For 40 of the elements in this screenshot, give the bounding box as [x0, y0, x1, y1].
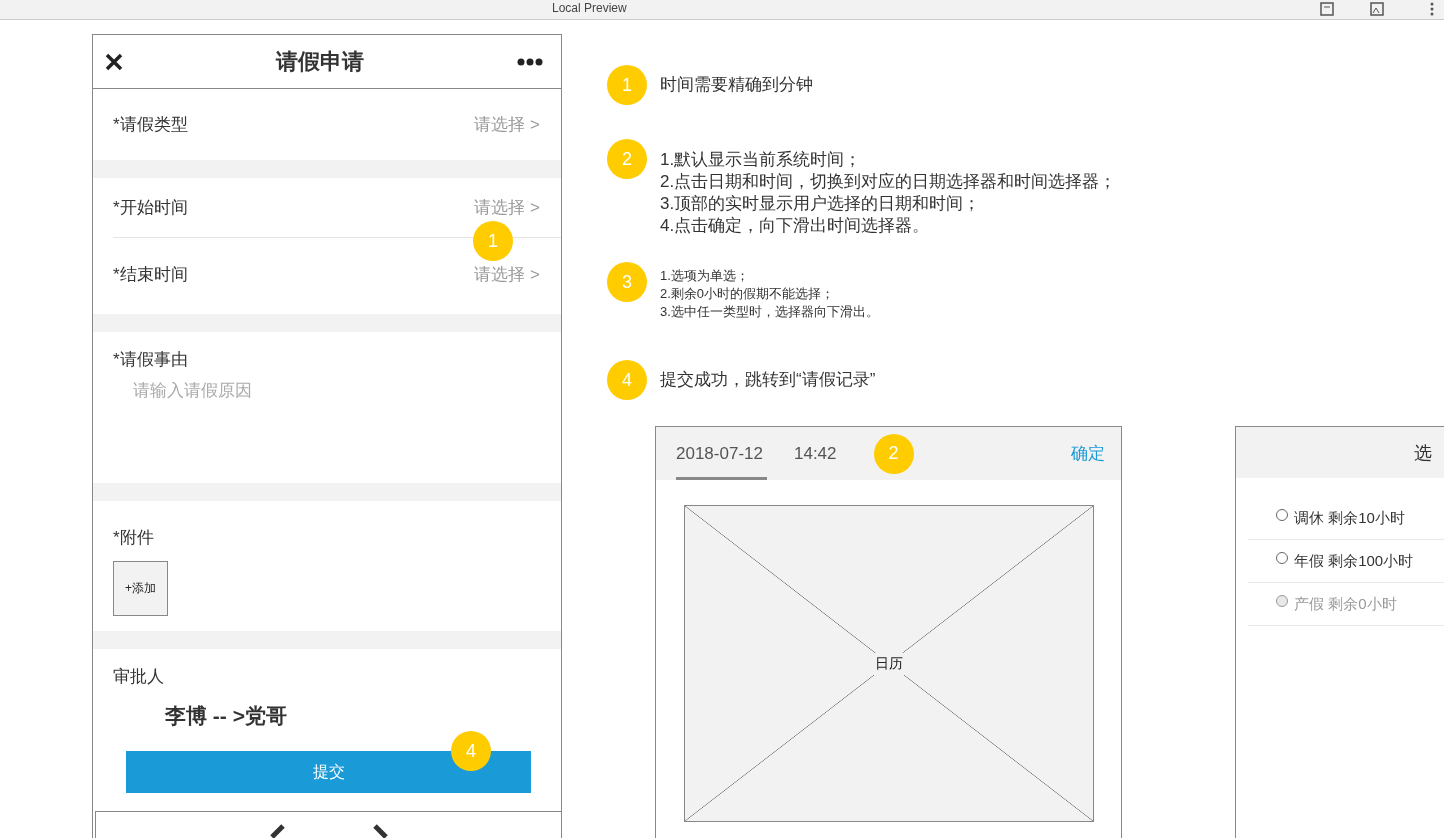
approver-chain: 李博 -- >党哥 [165, 703, 287, 729]
annotation-marker: 4 [451, 731, 491, 771]
annotation-marker: 3 [607, 262, 647, 302]
annotation-marker: 2 [873, 433, 914, 474]
form-row[interactable]: *请假类型 请选择 > [93, 89, 561, 160]
field-label: *开始时间 [113, 197, 188, 219]
more-icon[interactable] [517, 57, 543, 66]
leave-type-option[interactable]: 调休 剩余10小时 [1248, 497, 1444, 540]
field-label: *请假事由 [113, 349, 189, 371]
window-title: Local Preview [552, 1, 627, 15]
more-icon[interactable] [1430, 2, 1434, 16]
document-icon[interactable] [1320, 2, 1334, 16]
page-title: 请假申请 [276, 47, 364, 76]
note-text: 提交成功，跳转到“请假记录” [660, 369, 876, 391]
annotation-marker: 1 [473, 221, 513, 261]
field-label: *请假类型 [113, 114, 188, 136]
note-text: 3.选中任一类型时，选择器向下滑出。 [660, 303, 879, 321]
leave-type-option[interactable]: 年假 剩余100小时 [1248, 540, 1444, 583]
field-label: 审批人 [113, 666, 164, 688]
picker-title: 选 [1414, 441, 1432, 465]
picker-tab[interactable]: 2018-07-12 [676, 427, 767, 480]
note-text: 2.剩余0小时的假期不能选择； [660, 285, 836, 303]
image-icon[interactable] [1370, 2, 1384, 16]
radio-button[interactable] [1276, 552, 1288, 564]
close-icon[interactable] [105, 52, 123, 71]
field-label: *附件 [113, 527, 154, 549]
add-button[interactable]: +添加 [113, 561, 168, 616]
note-text: 1.默认显示当前系统时间； [660, 149, 863, 171]
note-text: 2.点击日期和时间，切换到对应的日期选择器和时间选择器； [660, 171, 1117, 193]
annotation-marker: 4 [607, 360, 647, 400]
placeholder-label: 日历 [873, 652, 905, 675]
annotation-marker: 2 [607, 139, 647, 179]
picker-tab[interactable]: 14:42 [793, 427, 841, 480]
note-text: 时间需要精确到分钟 [660, 74, 813, 96]
radio-button[interactable] [1276, 509, 1288, 521]
note-text: 1.选项为单选； [660, 267, 750, 285]
note-text: 3.顶部的实时显示用户选择的日期和时间； [660, 193, 982, 215]
field-label: *结束时间 [113, 263, 188, 286]
note-text: 4.点击确定，向下滑出时间选择器。 [660, 215, 931, 237]
annotation-marker: 1 [607, 65, 647, 105]
